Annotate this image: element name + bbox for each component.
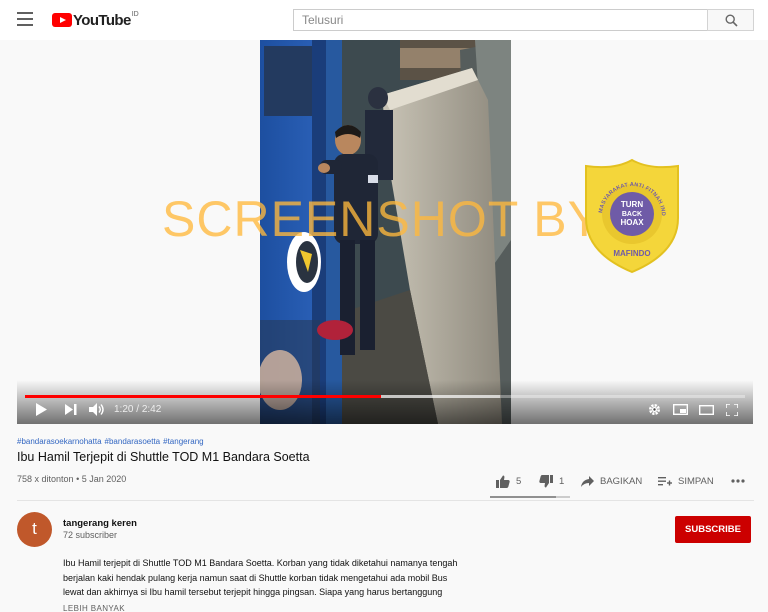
youtube-watch-page: YouTube ID Telusuri SCREENSHOT BY MASYAR…: [0, 0, 768, 612]
duration: 2:42: [141, 404, 162, 415]
divider: [17, 500, 754, 501]
youtube-play-icon: [52, 13, 72, 27]
player-controls-gradient: [17, 380, 753, 424]
add-to-playlist-icon: [658, 476, 672, 485]
channel-name[interactable]: tangerang keren: [63, 518, 137, 529]
fullscreen-icon[interactable]: [726, 404, 738, 416]
menu-icon[interactable]: [17, 12, 33, 26]
search-icon: [725, 14, 738, 27]
play-icon[interactable]: [35, 403, 47, 416]
save-label: SIMPAN: [678, 475, 714, 487]
like-button[interactable]: 5: [496, 470, 521, 492]
youtube-logo[interactable]: YouTube ID: [52, 10, 139, 30]
hashtag-link[interactable]: #bandarasoekarnohatta: [17, 437, 102, 446]
progress-bar[interactable]: [25, 395, 745, 398]
show-more-link[interactable]: LEBIH BANYAK: [63, 604, 125, 612]
badge-line-3: HOAX: [620, 218, 644, 227]
description-line: lewat dan akhirnya si Ibu hamil tersebut…: [63, 587, 443, 597]
watermark-text: SCREENSHOT BY: [162, 191, 602, 247]
upload-date: 5 Jan 2020: [81, 474, 127, 484]
miniplayer-icon[interactable]: [673, 404, 688, 415]
dislike-button[interactable]: 1: [539, 470, 564, 492]
view-count: 758 x ditonton: [17, 474, 74, 484]
share-button[interactable]: BAGIKAN: [581, 470, 642, 492]
save-button[interactable]: SIMPAN: [658, 470, 714, 492]
time-display: 1:20 / 2:42: [114, 404, 161, 415]
progress-played: [25, 395, 381, 398]
badge-line-2: BACK: [622, 211, 642, 218]
thumbs-down-icon: [539, 474, 553, 487]
subscribe-button[interactable]: SUBSCRIBE: [675, 516, 751, 543]
more-actions-button[interactable]: [731, 470, 745, 492]
subscriber-count: 72 subscriber: [63, 530, 118, 540]
logo-text: YouTube: [73, 11, 131, 29]
description-line: Ibu Hamil terjepit di Shuttle TOD M1 Ban…: [63, 558, 458, 568]
search-input[interactable]: [294, 10, 707, 30]
video-description: Ibu Hamil terjepit di Shuttle TOD M1 Ban…: [63, 556, 523, 600]
like-count: 5: [516, 475, 522, 487]
hashtag-link[interactable]: #bandarasoetta: [105, 437, 161, 446]
country-code: ID: [131, 11, 139, 18]
volume-icon[interactable]: [89, 403, 105, 416]
separator-dot: •: [76, 474, 80, 484]
next-icon[interactable]: [65, 404, 77, 415]
thumbs-up-icon: [496, 475, 510, 488]
search-button[interactable]: [707, 9, 754, 31]
mafindo-badge-icon: MASYARAKAT ANTI FITNAH INDONESIA TURN BA…: [584, 158, 679, 274]
badge-line-1: TURN: [621, 200, 643, 209]
masthead: YouTube ID: [0, 0, 768, 40]
view-count-line: 758 x ditonton • 5 Jan 2020: [17, 474, 126, 484]
time-separator: /: [133, 404, 142, 415]
video-title: Ibu Hamil Terjepit di Shuttle TOD M1 Ban…: [17, 450, 310, 464]
share-icon: [581, 475, 594, 487]
more-horizontal-icon: [731, 479, 745, 483]
theater-mode-icon[interactable]: [699, 405, 714, 415]
current-time: 1:20: [114, 404, 134, 415]
description-line: berjalan kaki hendak pulang kerja namun …: [63, 572, 448, 583]
search-box: [293, 9, 708, 31]
dislike-count: 1: [559, 475, 565, 487]
hashtag-link[interactable]: #tangerang: [163, 437, 203, 446]
settings-gear-icon[interactable]: [648, 403, 661, 416]
channel-avatar[interactable]: t: [17, 512, 52, 547]
sentiment-like-fill: [490, 496, 557, 498]
share-label: BAGIKAN: [600, 475, 643, 487]
hashtag-list: #bandarasoekarnohatta #bandarasoetta #tang…: [17, 437, 207, 446]
sentiment-bar: [490, 496, 570, 498]
badge-bottom-text: MAFINDO: [613, 249, 650, 258]
video-player[interactable]: SCREENSHOT BY MASYARAKAT ANTI FITNAH IND…: [17, 40, 753, 424]
